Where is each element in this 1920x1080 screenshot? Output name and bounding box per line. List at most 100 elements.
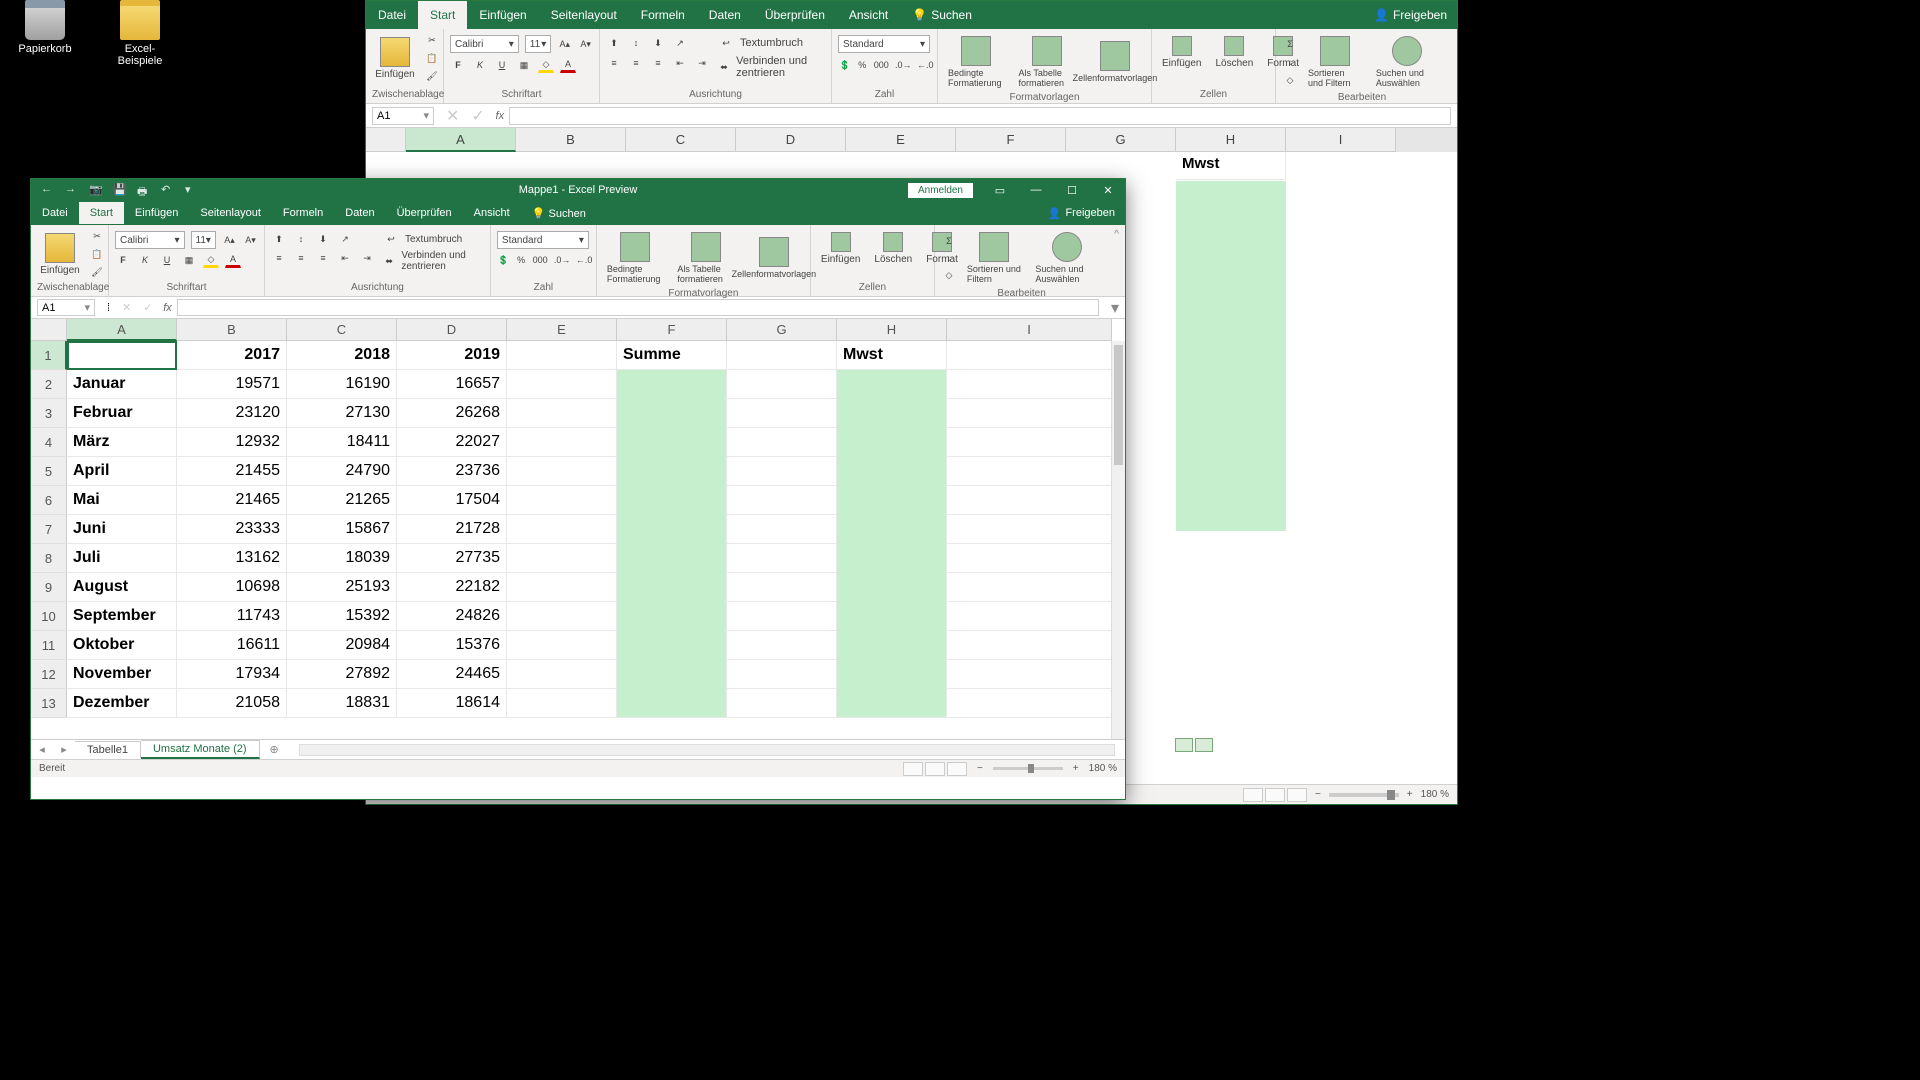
close-button[interactable]: ✕: [1091, 179, 1125, 201]
data-cell[interactable]: 11743: [177, 602, 287, 631]
orientation[interactable]: ↗: [672, 35, 688, 51]
row-header-1[interactable]: 1: [31, 341, 67, 370]
cell[interactable]: [507, 457, 617, 486]
cell[interactable]: [727, 660, 837, 689]
row-header-3[interactable]: 3: [31, 399, 67, 428]
dec-indent[interactable]: ⇤: [672, 55, 688, 71]
format-as-table-button[interactable]: Als Tabelle formatieren: [1014, 34, 1078, 90]
data-cell[interactable]: Juni: [67, 515, 177, 544]
fill-f[interactable]: ↓: [941, 250, 957, 266]
qat-customize-icon[interactable]: ▾: [185, 183, 199, 197]
data-cell[interactable]: 16657: [397, 370, 507, 399]
autosum-f[interactable]: Σ: [941, 233, 957, 249]
name-box-front[interactable]: A1▾: [37, 299, 95, 316]
italic-f[interactable]: K: [137, 252, 153, 268]
ribbon-search[interactable]: 💡Suchen: [900, 1, 984, 29]
sheet-tab-umsatz-monate[interactable]: Umsatz Monate (2): [141, 740, 260, 759]
cell[interactable]: [947, 689, 1112, 718]
cell[interactable]: [507, 341, 617, 370]
select-all-back[interactable]: [366, 128, 406, 152]
cell[interactable]: [727, 573, 837, 602]
underline-f[interactable]: U: [159, 252, 175, 268]
currency-f[interactable]: 💲: [497, 252, 510, 268]
data-cell[interactable]: 12932: [177, 428, 287, 457]
data-cell[interactable]: 23120: [177, 399, 287, 428]
zoom-label-back[interactable]: 180 %: [1421, 789, 1449, 800]
cell[interactable]: [947, 457, 1112, 486]
cell[interactable]: [727, 689, 837, 718]
merge-center-button[interactable]: ⬌Verbinden und zentrieren: [718, 55, 825, 79]
cell[interactable]: [727, 428, 837, 457]
row-header-8[interactable]: 8: [31, 544, 67, 573]
zoom-label-f[interactable]: 180 %: [1089, 763, 1117, 774]
cell[interactable]: [507, 602, 617, 631]
share-button-f[interactable]: 👤Freigeben: [1048, 207, 1115, 220]
zoom-in-back[interactable]: +: [1407, 789, 1413, 800]
font-size-f[interactable]: 11▾: [191, 231, 216, 249]
align-bottom[interactable]: ⬇: [650, 35, 666, 51]
data-cell[interactable]: 23736: [397, 457, 507, 486]
cancel-icon-f[interactable]: ✕: [116, 301, 137, 314]
desktop-folder-excel-beispiele[interactable]: Excel-Beispiele: [105, 0, 175, 67]
align-top-f[interactable]: ⬆: [271, 231, 287, 247]
ribbon-search-f[interactable]: 💡 Suchen: [521, 202, 597, 225]
font-name-select[interactable]: Calibri▾: [450, 35, 519, 53]
paste-button-f[interactable]: Einfügen: [37, 231, 83, 278]
conditional-formatting-button[interactable]: Bedingte Formatierung: [944, 34, 1008, 90]
painter-f[interactable]: 🖌: [89, 264, 105, 280]
vertical-scrollbar[interactable]: [1111, 341, 1125, 739]
align-middle[interactable]: ↕: [628, 35, 644, 51]
cell[interactable]: [507, 370, 617, 399]
data-cell[interactable]: 21058: [177, 689, 287, 718]
zoom-in-f[interactable]: +: [1073, 763, 1079, 774]
dec-dec-f[interactable]: ←.0: [576, 252, 592, 268]
select-all-front[interactable]: [31, 319, 67, 341]
mini-view-2[interactable]: [1195, 738, 1213, 752]
tab-seitenlayout-f[interactable]: Seitenlayout: [189, 202, 272, 224]
number-format-select[interactable]: Standard▾: [838, 35, 930, 53]
cell[interactable]: [727, 486, 837, 515]
cell[interactable]: [947, 573, 1112, 602]
col-header-f[interactable]: F: [956, 128, 1066, 152]
fx-icon-f[interactable]: fx: [159, 302, 177, 314]
align-center[interactable]: ≡: [628, 55, 644, 71]
col-header-e[interactable]: E: [846, 128, 956, 152]
cell[interactable]: [507, 486, 617, 515]
align-center-f[interactable]: ≡: [293, 250, 309, 266]
data-cell[interactable]: 18039: [287, 544, 397, 573]
ribbon-display-options[interactable]: ▭: [983, 179, 1017, 201]
qat-camera-icon[interactable]: 📷: [89, 183, 103, 197]
expand-formula-icon[interactable]: ▾: [1105, 298, 1125, 318]
qat-undo-icon[interactable]: ↶: [161, 183, 175, 197]
view-break-f[interactable]: [947, 762, 967, 776]
qat-save-icon[interactable]: 💾: [113, 183, 127, 197]
col-i[interactable]: I: [947, 319, 1112, 341]
data-cell[interactable]: 21455: [177, 457, 287, 486]
inc-indent-f[interactable]: ⇥: [359, 250, 375, 266]
enter-icon[interactable]: ✓: [465, 106, 490, 126]
data-cell[interactable]: 10698: [177, 573, 287, 602]
italic-button[interactable]: K: [472, 57, 488, 73]
cell[interactable]: [727, 341, 837, 370]
mini-view-1[interactable]: [1175, 738, 1193, 752]
wrap-text-button[interactable]: ↩Textumbruch: [718, 35, 825, 51]
data-cell[interactable]: Mai: [67, 486, 177, 515]
data-cell[interactable]: August: [67, 573, 177, 602]
tab-formeln[interactable]: Formeln: [629, 1, 697, 29]
col-c[interactable]: C: [287, 319, 397, 341]
orient-f[interactable]: ↗: [337, 231, 353, 247]
cell-styles-button[interactable]: Zellenformatvorlagen: [1085, 39, 1145, 85]
data-cell[interactable]: 21728: [397, 515, 507, 544]
comma-button[interactable]: 000: [873, 57, 889, 73]
sort-filter-button[interactable]: Sortieren und Filtern: [1304, 34, 1366, 90]
clear-f[interactable]: ◇: [941, 267, 957, 283]
dec-font-f[interactable]: A▾: [243, 232, 258, 248]
col-header-a[interactable]: A: [406, 128, 516, 152]
cell-styles-f[interactable]: Zellenformatvorlagen: [744, 235, 804, 281]
cell[interactable]: [947, 428, 1112, 457]
cell[interactable]: [507, 631, 617, 660]
data-cell[interactable]: Juli: [67, 544, 177, 573]
data-cell[interactable]: 27130: [287, 399, 397, 428]
cell-a1-selected[interactable]: [67, 341, 177, 370]
border-f[interactable]: ▦: [181, 252, 197, 268]
